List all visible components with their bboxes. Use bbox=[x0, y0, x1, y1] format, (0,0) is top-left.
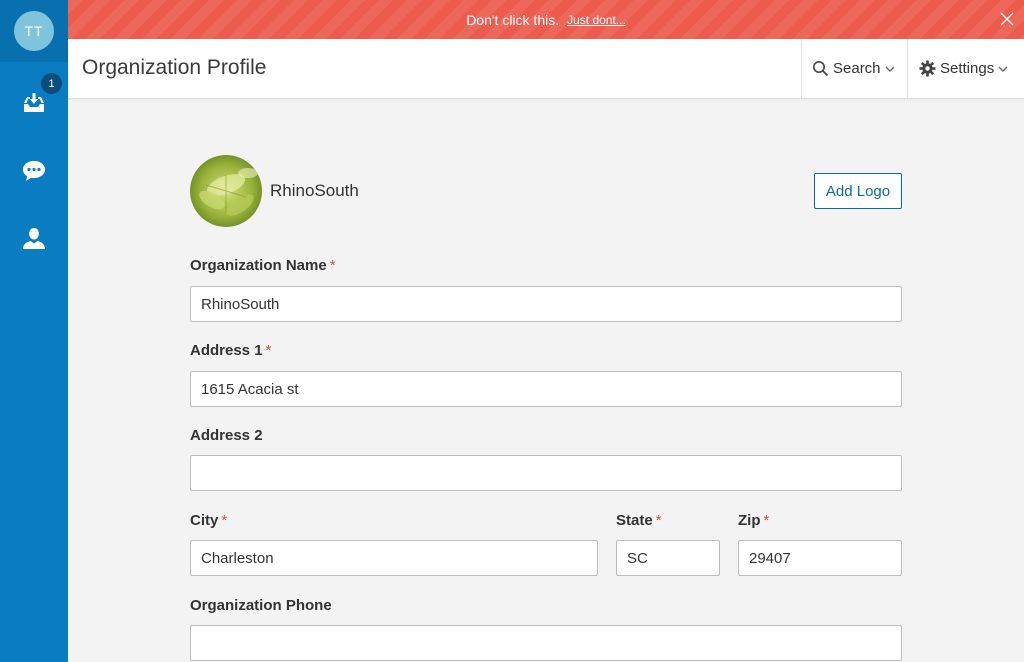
alert-banner: Don't click this. Just dont... bbox=[68, 0, 1024, 39]
address2-label: Address 2 bbox=[190, 427, 263, 444]
zip-field[interactable] bbox=[738, 540, 902, 576]
sidebar-item-inbox[interactable]: 1 bbox=[0, 73, 68, 123]
gear-icon bbox=[919, 60, 936, 77]
search-icon bbox=[813, 61, 829, 77]
chat-bubble-icon bbox=[23, 161, 45, 181]
sidebar-item-messages[interactable] bbox=[0, 151, 68, 191]
avatar-area: TT bbox=[0, 0, 68, 62]
city-label: City * bbox=[190, 512, 228, 529]
org-name-text: RhinoSouth bbox=[270, 181, 359, 200]
state-label: State * bbox=[616, 512, 662, 529]
zip-label: Zip * bbox=[738, 512, 770, 529]
address1-field[interactable] bbox=[190, 371, 902, 407]
address1-label: Address 1 * bbox=[190, 342, 272, 359]
inbox-download-icon bbox=[24, 93, 44, 112]
search-label: Search bbox=[833, 60, 881, 77]
search-button[interactable]: Search bbox=[801, 39, 907, 98]
chevron-down-icon bbox=[885, 66, 895, 72]
state-field[interactable] bbox=[616, 540, 720, 576]
sidebar: TT 1 bbox=[0, 0, 68, 662]
add-logo-button[interactable]: Add Logo bbox=[814, 173, 902, 209]
banner-close-button[interactable] bbox=[1000, 12, 1014, 26]
page-header: Organization Profile Search Settings bbox=[68, 39, 1024, 99]
settings-button[interactable]: Settings bbox=[907, 39, 1024, 98]
user-avatar[interactable]: TT bbox=[14, 11, 54, 51]
chevron-down-icon bbox=[998, 66, 1008, 72]
close-icon bbox=[1000, 12, 1014, 26]
org-phone-field[interactable] bbox=[190, 625, 902, 661]
required-marker: * bbox=[329, 257, 336, 274]
user-icon bbox=[23, 228, 45, 249]
org-profile-form: RhinoSouth Add Logo Organization Name* A… bbox=[190, 155, 902, 661]
page-title: Organization Profile bbox=[82, 56, 267, 79]
org-name-label: Organization Name * bbox=[190, 257, 336, 274]
address2-field[interactable] bbox=[190, 455, 902, 491]
org-phone-label: Organization Phone bbox=[190, 597, 332, 614]
required-marker: * bbox=[763, 512, 770, 529]
org-header: RhinoSouth Add Logo bbox=[190, 155, 902, 227]
required-marker: * bbox=[655, 512, 662, 529]
banner-link[interactable]: Just dont... bbox=[567, 13, 626, 27]
city-field[interactable] bbox=[190, 540, 598, 576]
org-logo-image bbox=[190, 155, 262, 227]
org-name-field[interactable] bbox=[190, 286, 902, 322]
settings-label: Settings bbox=[940, 60, 995, 77]
required-marker: * bbox=[221, 512, 228, 529]
sidebar-item-profile[interactable] bbox=[0, 219, 68, 259]
required-marker: * bbox=[265, 342, 272, 359]
banner-message: Don't click this. bbox=[466, 11, 560, 28]
inbox-badge: 1 bbox=[41, 73, 62, 94]
